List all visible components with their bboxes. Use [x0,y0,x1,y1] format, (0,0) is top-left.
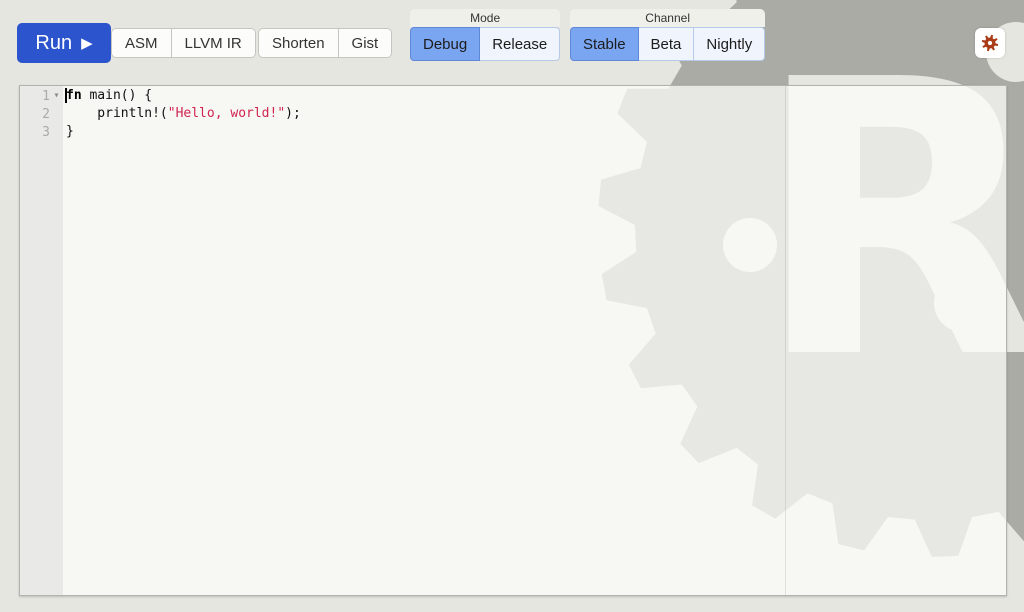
code-line[interactable]: println!("Hello, world!"); [63,105,1006,123]
run-button[interactable]: Run ▶ [17,23,111,63]
token-string: "Hello, world!" [167,106,286,121]
fold-icon[interactable]: ▾ [50,91,63,101]
settings-button[interactable] [975,28,1005,58]
gear-icon [981,34,999,52]
mode-option-release[interactable]: Release [479,27,561,61]
token-plain: main() { [81,88,153,103]
line-number: 1 ▾ [20,87,63,105]
editor-code-area[interactable]: fn main() { println!("Hello, world!");} [63,86,1006,595]
toolbar-button-llvm-ir[interactable]: LLVM IR [170,29,255,57]
share-button-group: Shorten Gist [258,28,393,58]
mode-legend: Mode [410,9,561,27]
output-button-group: ASM LLVM IR [111,28,256,58]
mode-option-debug[interactable]: Debug [410,27,481,61]
token-keyword: fn [66,88,82,103]
mode-group: Mode Debug Release [410,9,561,61]
toolbar-button-asm[interactable]: ASM [112,29,171,57]
code-line[interactable]: fn main() { [63,87,1006,105]
run-button-label: Run [35,31,73,54]
code-editor[interactable]: 1 ▾ 2 3 fn main() { println!("Hello, world!… [19,85,1007,596]
toolbar-button-gist[interactable]: Gist [337,29,392,57]
print-margin [785,86,786,595]
token-plain: } [66,124,74,139]
play-icon: ▶ [81,35,93,52]
channel-legend: Channel [570,9,766,27]
token-plain: ); [285,106,301,121]
toolbar-button-shorten[interactable]: Shorten [259,29,338,57]
line-number: 3 [42,124,50,140]
channel-options: Stable Beta Nightly [570,27,766,61]
channel-option-nightly[interactable]: Nightly [693,27,766,61]
line-number: 2 [42,106,50,122]
channel-option-beta[interactable]: Beta [637,27,695,61]
channel-group: Channel Stable Beta Nightly [570,9,766,61]
channel-option-stable[interactable]: Stable [570,27,639,61]
editor-gutter: 1 ▾ 2 3 [20,86,63,595]
toolbar: Run ▶ ASM LLVM IR Shorten Gist Mode Debug R… [0,0,1024,70]
rust-playground-page: R Run ▶ ASMLLVM IR ShortenGist Mode Debu… [0,0,1024,612]
mode-options: Debug Release [410,27,561,61]
text-cursor [65,88,67,103]
code-line[interactable]: } [63,123,1006,141]
token-plain: println!( [66,106,168,121]
